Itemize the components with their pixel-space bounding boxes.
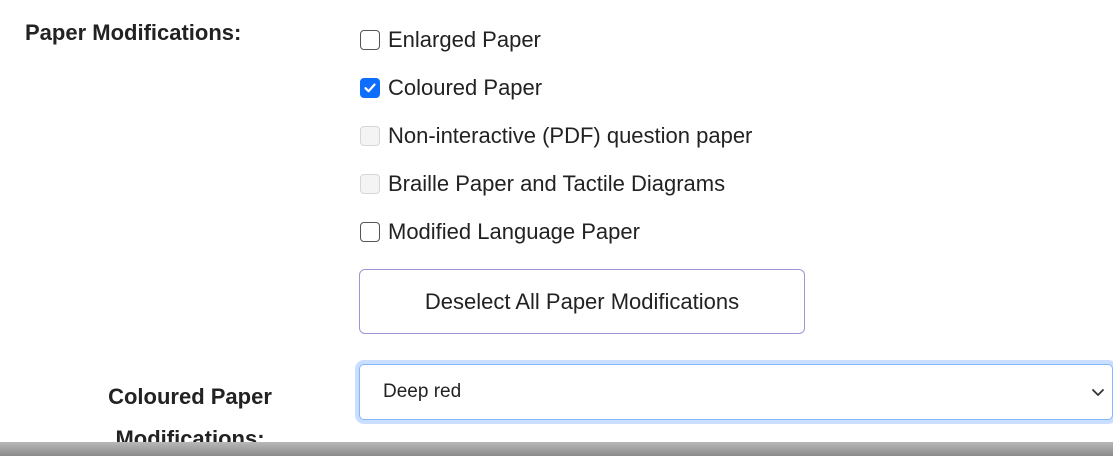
paper-modifications-options: Enlarged Paper Coloured Paper Non-intera… xyxy=(360,16,752,256)
select-value: Deep red xyxy=(383,381,462,402)
option-label: Braille Paper and Tactile Diagrams xyxy=(388,171,726,196)
bottom-divider xyxy=(0,442,1113,456)
checkmark-icon xyxy=(364,83,376,93)
checkbox-enlarged-paper[interactable] xyxy=(360,30,380,50)
label-line-1: Coloured Paper xyxy=(108,384,272,409)
checkbox-coloured-paper[interactable] xyxy=(360,78,380,98)
coloured-paper-select[interactable]: Deep red xyxy=(359,364,1113,420)
paper-modifications-label: Paper Modifications: xyxy=(25,20,242,45)
option-non-interactive-pdf: Non-interactive (PDF) question paper xyxy=(360,112,752,160)
option-label: Modified Language Paper xyxy=(388,219,640,244)
option-label: Coloured Paper xyxy=(388,75,543,100)
paper-modifications-form: Paper Modifications: Enlarged Paper Colo… xyxy=(0,0,1113,456)
option-label: Enlarged Paper xyxy=(388,27,541,52)
checkbox-braille-paper xyxy=(360,174,380,194)
option-enlarged-paper[interactable]: Enlarged Paper xyxy=(360,16,752,64)
option-coloured-paper[interactable]: Coloured Paper xyxy=(360,64,752,112)
option-braille-paper: Braille Paper and Tactile Diagrams xyxy=(360,160,752,208)
chevron-down-icon xyxy=(1092,389,1104,396)
checkbox-non-interactive-pdf xyxy=(360,126,380,146)
option-label: Non-interactive (PDF) question paper xyxy=(388,123,753,148)
option-modified-language-paper[interactable]: Modified Language Paper xyxy=(360,208,752,256)
deselect-all-button[interactable]: Deselect All Paper Modifications xyxy=(359,269,805,334)
checkbox-modified-language-paper[interactable] xyxy=(360,222,380,242)
